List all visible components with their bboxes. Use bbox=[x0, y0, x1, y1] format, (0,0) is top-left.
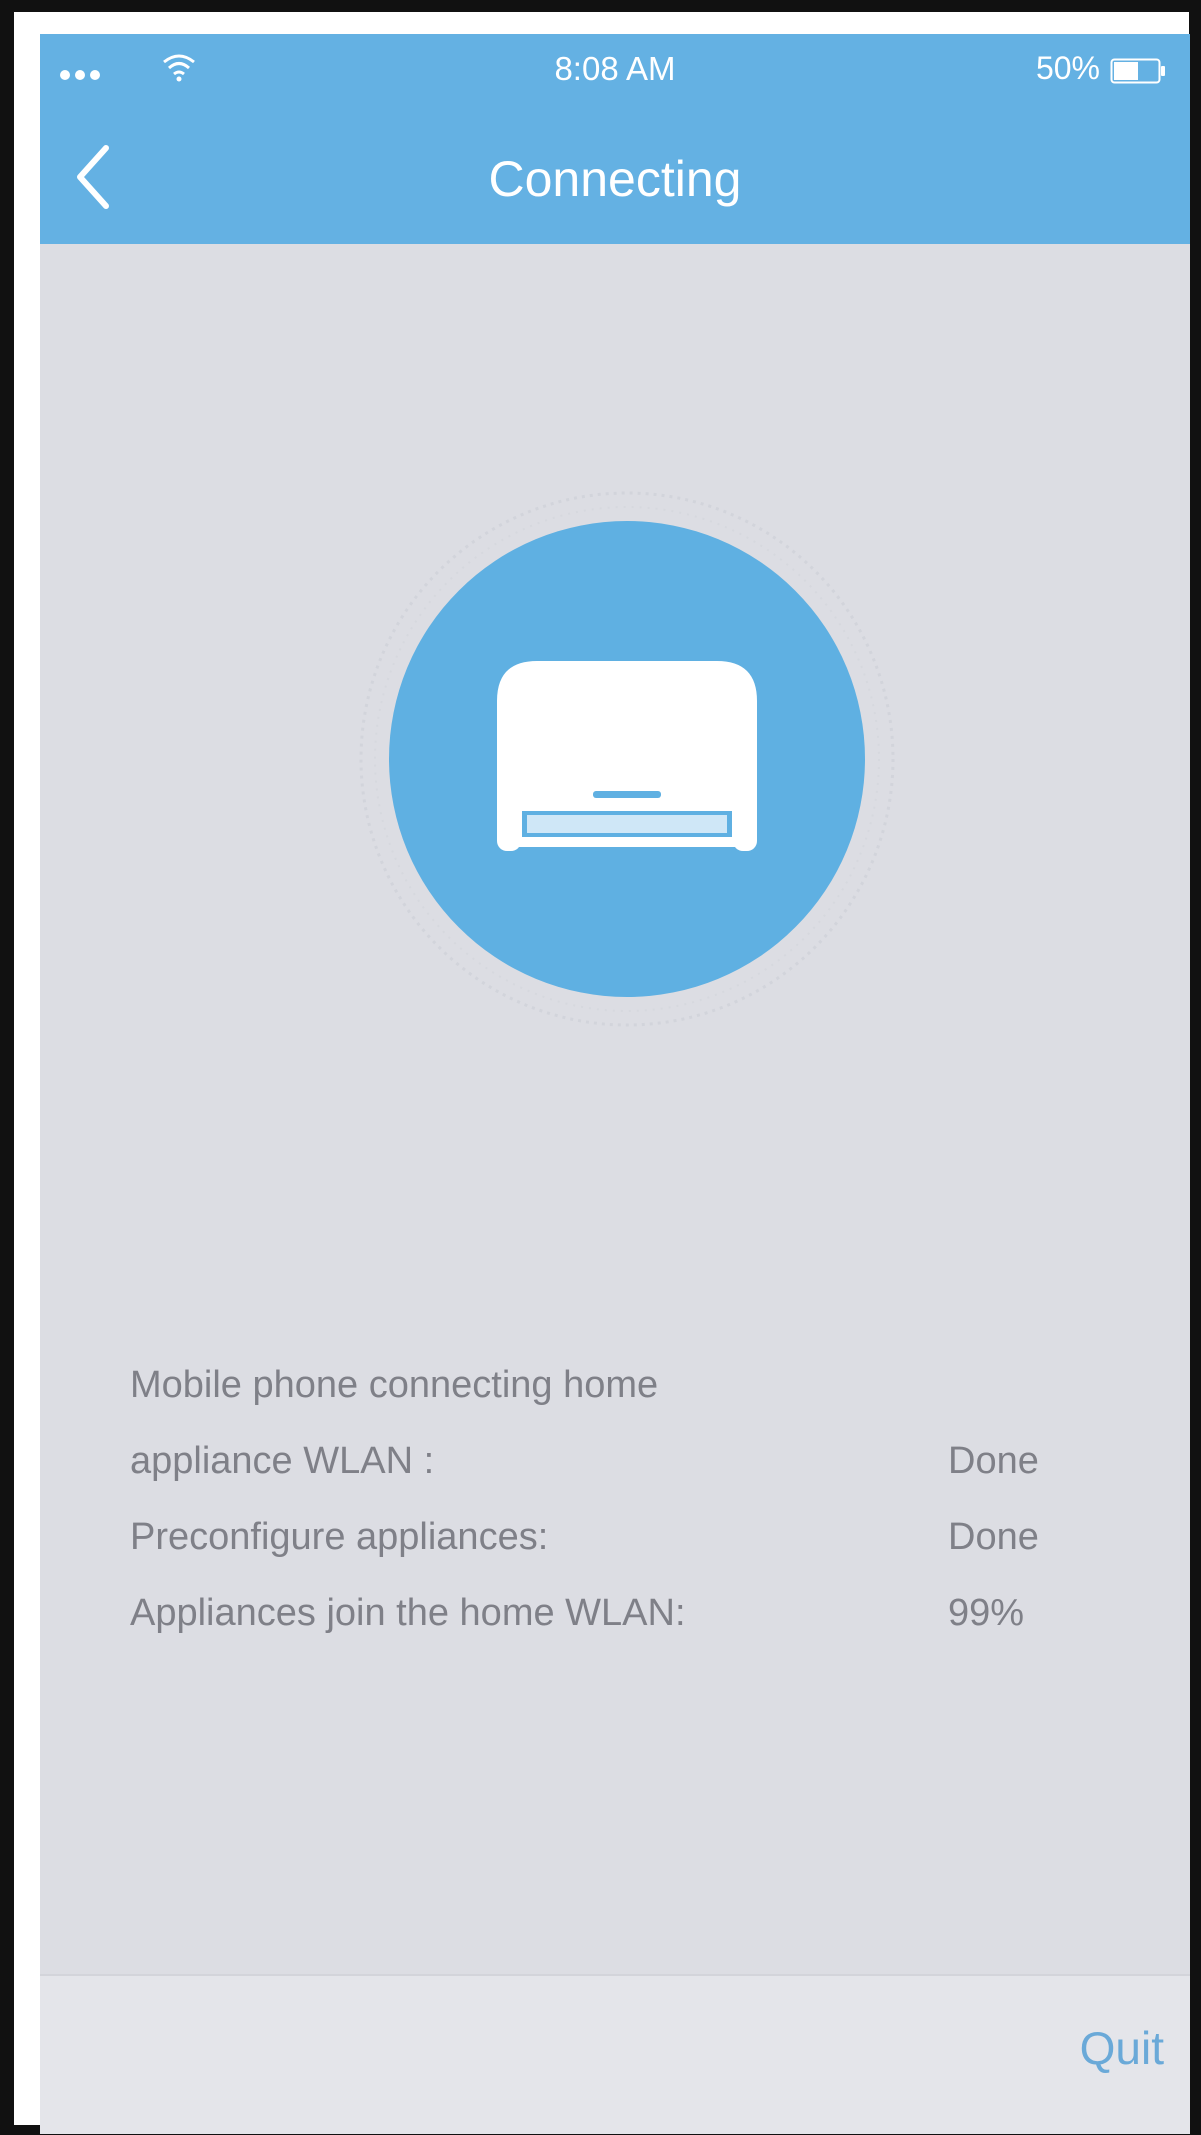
progress-status: Done bbox=[948, 1440, 1039, 1482]
quit-button[interactable]: Quit bbox=[1080, 2021, 1164, 2075]
progress-row: Appliances join the home WLAN: 99% bbox=[130, 1592, 1090, 1668]
battery-icon bbox=[1110, 58, 1165, 84]
progress-row: Preconfigure appliances: Done bbox=[130, 1516, 1090, 1592]
status-bar: 8:08 AM 50% bbox=[40, 34, 1190, 104]
progress-status: 99% bbox=[948, 1592, 1025, 1634]
progress-row: Mobile phone connecting home bbox=[130, 1364, 1090, 1440]
device-frame: 8:08 AM 50% Connecting Mobile phone conn… bbox=[0, 0, 1201, 2135]
progress-label: Preconfigure appliances: bbox=[130, 1516, 549, 1558]
progress-row: appliance WLAN : Done bbox=[130, 1440, 1090, 1516]
page-title: Connecting bbox=[488, 151, 742, 207]
header: 8:08 AM 50% Connecting bbox=[40, 34, 1190, 244]
connection-progress-list: Mobile phone connecting home appliance W… bbox=[130, 1364, 1090, 1668]
battery-percentage: 50% bbox=[1035, 50, 1100, 86]
app-screen: 8:08 AM 50% Connecting Mobile phone conn… bbox=[40, 34, 1190, 2134]
status-time: 8:08 AM bbox=[554, 50, 676, 87]
progress-label: Mobile phone connecting home bbox=[130, 1364, 659, 1406]
progress-status: Done bbox=[948, 1516, 1039, 1558]
bottom-bar: Quit bbox=[40, 1974, 1190, 2134]
progress-label: appliance WLAN : bbox=[130, 1440, 435, 1482]
progress-label: Appliances join the home WLAN: bbox=[130, 1592, 686, 1634]
connecting-device-graphic bbox=[359, 491, 895, 1027]
air-conditioner-icon bbox=[497, 661, 757, 851]
